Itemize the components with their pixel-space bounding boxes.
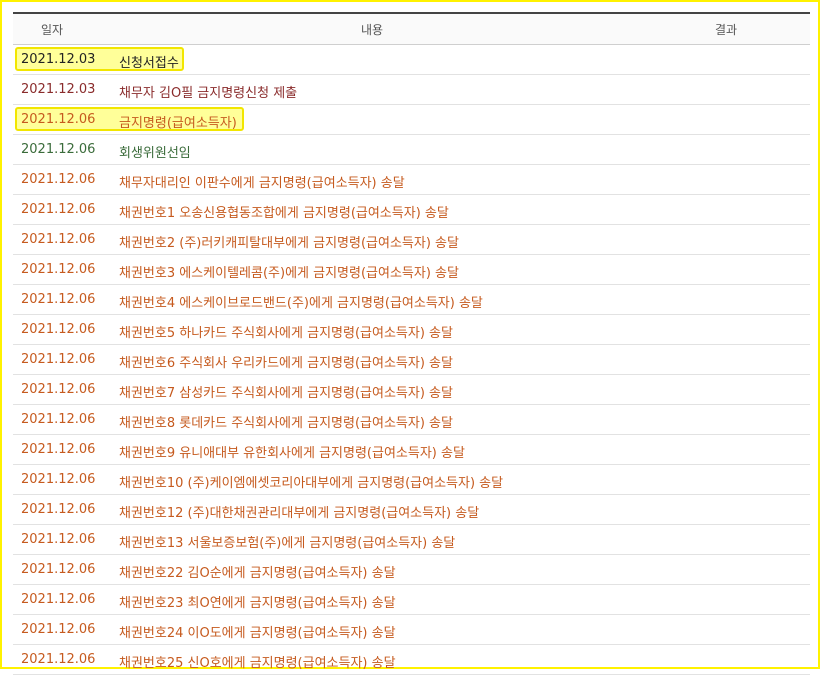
case-progress-table: 일자 내용 결과 2021.12.03 신청서접수 2021.12.03 채무자… — [13, 12, 810, 675]
table-row: 2021.12.06 채권번호1 오송신용협동조합에게 금지명령(급여소득자) … — [13, 195, 810, 225]
row-content: 채권번호12 (주)대한채권관리대부에게 금지명령(급여소득자) 송달 — [119, 506, 480, 521]
row-content: 채권번호2 (주)러키캐피탈대부에게 금지명령(급여소득자) 송달 — [119, 236, 459, 251]
row-content: 채권번호24 이O도에게 금지명령(급여소득자) 송달 — [119, 626, 396, 641]
row-date: 2021.12.06 — [21, 202, 96, 217]
table-row: 2021.12.06 채권번호10 (주)케이엠에셋코리아대부에게 금지명령(급… — [13, 465, 810, 495]
row-date: 2021.12.06 — [21, 562, 96, 577]
table-row: 2021.12.06 채권번호25 신O호에게 금지명령(급여소득자) 송달 — [13, 645, 810, 675]
row-content: 채권번호22 김O순에게 금지명령(급여소득자) 송달 — [119, 566, 396, 581]
row-date: 2021.12.06 — [21, 622, 96, 637]
row-date: 2021.12.06 — [21, 352, 96, 367]
table-row: 2021.12.06 회생위원선임 — [13, 135, 810, 165]
row-content: 채권번호3 에스케이텔레콤(주)에게 금지명령(급여소득자) 송달 — [119, 266, 459, 281]
table-row: 2021.12.03 채무자 김O필 금지명령신청 제출 — [13, 75, 810, 105]
table-row: 2021.12.03 신청서접수 — [13, 45, 810, 75]
row-date: 2021.12.06 — [21, 502, 96, 517]
table-header: 일자 내용 결과 — [13, 12, 810, 45]
table-row: 2021.12.06 채권번호24 이O도에게 금지명령(급여소득자) 송달 — [13, 615, 810, 645]
table-row: 2021.12.06 채권번호7 삼성카드 주식회사에게 금지명령(급여소득자)… — [13, 375, 810, 405]
row-content: 채무자 김O필 금지명령신청 제출 — [119, 86, 298, 101]
header-content: 내용 — [361, 23, 384, 37]
table-row: 2021.12.06 채권번호23 최O연에게 금지명령(급여소득자) 송달 — [13, 585, 810, 615]
row-date: 2021.12.06 — [21, 322, 96, 337]
row-content: 채무자대리인 이판수에게 금지명령(급여소득자) 송달 — [119, 176, 405, 191]
row-content: 채권번호6 주식회사 우리카드에게 금지명령(급여소득자) 송달 — [119, 356, 453, 371]
row-date: 2021.12.06 — [21, 382, 96, 397]
row-content: 채권번호13 서울보증보험(주)에게 금지명령(급여소득자) 송달 — [119, 536, 456, 551]
table-row: 2021.12.06 채권번호4 에스케이브로드밴드(주)에게 금지명령(급여소… — [13, 285, 810, 315]
table-row: 2021.12.06 채권번호2 (주)러키캐피탈대부에게 금지명령(급여소득자… — [13, 225, 810, 255]
row-date: 2021.12.06 — [21, 412, 96, 427]
table-row: 2021.12.06 채권번호5 하나카드 주식회사에게 금지명령(급여소득자)… — [13, 315, 810, 345]
row-date: 2021.12.06 — [21, 112, 96, 127]
table-row: 2021.12.06 채무자대리인 이판수에게 금지명령(급여소득자) 송달 — [13, 165, 810, 195]
row-content: 금지명령(급여소득자) — [119, 116, 237, 131]
row-date: 2021.12.06 — [21, 652, 96, 667]
row-content: 회생위원선임 — [119, 146, 191, 161]
row-date: 2021.12.06 — [21, 532, 96, 547]
row-content: 채권번호23 최O연에게 금지명령(급여소득자) 송달 — [119, 596, 396, 611]
row-date: 2021.12.03 — [21, 82, 96, 97]
table-row: 2021.12.06 채권번호12 (주)대한채권관리대부에게 금지명령(급여소… — [13, 495, 810, 525]
screenshot-frame: 일자 내용 결과 2021.12.03 신청서접수 2021.12.03 채무자… — [0, 0, 820, 675]
table-row: 2021.12.06 채권번호6 주식회사 우리카드에게 금지명령(급여소득자)… — [13, 345, 810, 375]
row-date: 2021.12.06 — [21, 292, 96, 307]
table-row: 2021.12.06 채권번호3 에스케이텔레콤(주)에게 금지명령(급여소득자… — [13, 255, 810, 285]
row-date: 2021.12.06 — [21, 592, 96, 607]
row-date: 2021.12.06 — [21, 142, 96, 157]
table-row: 2021.12.06 채권번호9 유니애대부 유한회사에게 금지명령(급여소득자… — [13, 435, 810, 465]
row-content: 채권번호8 롯데카드 주식회사에게 금지명령(급여소득자) 송달 — [119, 416, 453, 431]
row-content: 채권번호7 삼성카드 주식회사에게 금지명령(급여소득자) 송달 — [119, 386, 453, 401]
header-date: 일자 — [41, 23, 64, 37]
row-date: 2021.12.06 — [21, 262, 96, 277]
table-row: 2021.12.06 채권번호8 롯데카드 주식회사에게 금지명령(급여소득자)… — [13, 405, 810, 435]
row-date: 2021.12.06 — [21, 232, 96, 247]
row-content: 채권번호10 (주)케이엠에셋코리아대부에게 금지명령(급여소득자) 송달 — [119, 476, 504, 491]
row-content: 채권번호25 신O호에게 금지명령(급여소득자) 송달 — [119, 656, 396, 671]
row-content: 채권번호4 에스케이브로드밴드(주)에게 금지명령(급여소득자) 송달 — [119, 296, 483, 311]
row-date: 2021.12.03 — [21, 52, 96, 67]
row-date: 2021.12.06 — [21, 172, 96, 187]
table-row: 2021.12.06 채권번호22 김O순에게 금지명령(급여소득자) 송달 — [13, 555, 810, 585]
row-content: 채권번호9 유니애대부 유한회사에게 금지명령(급여소득자) 송달 — [119, 446, 465, 461]
row-content: 신청서접수 — [119, 56, 179, 71]
header-result: 결과 — [715, 23, 738, 37]
row-content: 채권번호1 오송신용협동조합에게 금지명령(급여소득자) 송달 — [119, 206, 449, 221]
row-content: 채권번호5 하나카드 주식회사에게 금지명령(급여소득자) 송달 — [119, 326, 453, 341]
row-date: 2021.12.06 — [21, 442, 96, 457]
row-date: 2021.12.06 — [21, 472, 96, 487]
table-row: 2021.12.06 채권번호13 서울보증보험(주)에게 금지명령(급여소득자… — [13, 525, 810, 555]
table-row: 2021.12.06 금지명령(급여소득자) — [13, 105, 810, 135]
